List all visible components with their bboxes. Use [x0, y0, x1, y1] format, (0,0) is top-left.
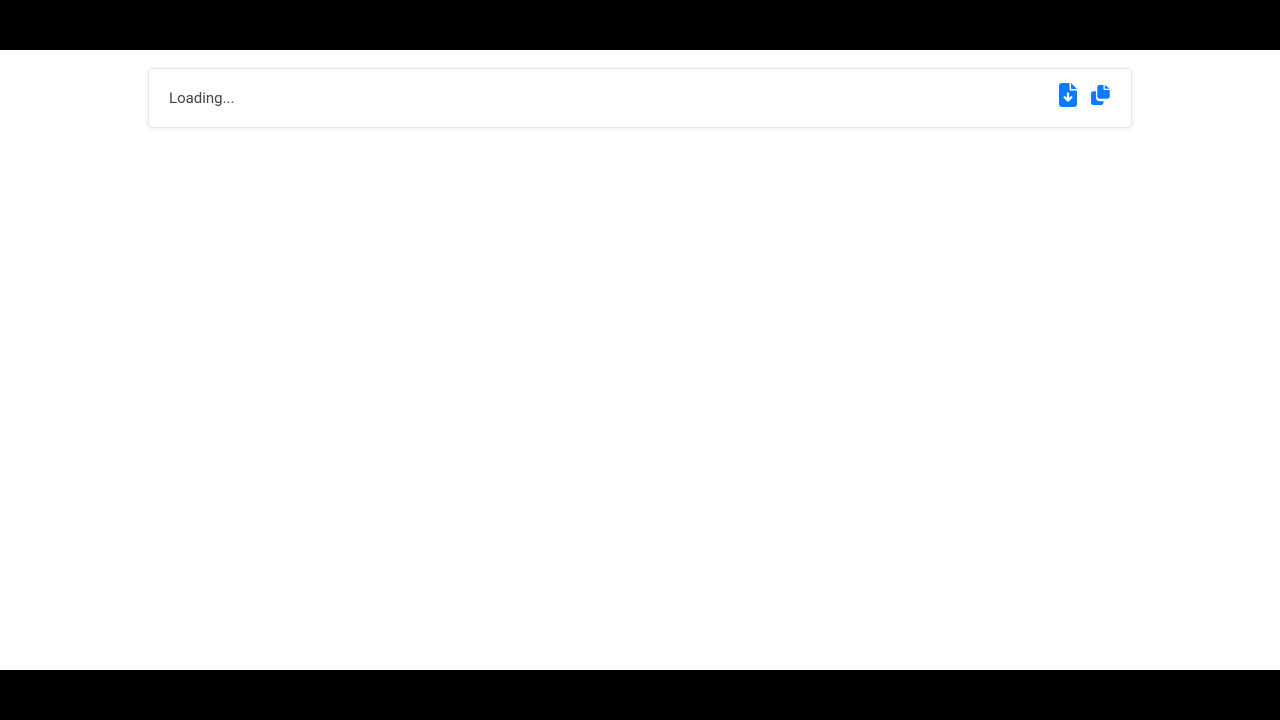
copy-files-icon [1091, 85, 1111, 105]
loading-card: Loading... [148, 68, 1132, 128]
bottom-bar [0, 670, 1280, 720]
top-bar [0, 0, 1280, 50]
file-download-icon [1059, 83, 1077, 107]
loading-text: Loading... [169, 89, 234, 107]
card-actions [1059, 85, 1111, 105]
content-area: Loading... [0, 50, 1280, 670]
download-file-button[interactable] [1059, 86, 1077, 104]
copy-file-button[interactable] [1091, 85, 1111, 105]
